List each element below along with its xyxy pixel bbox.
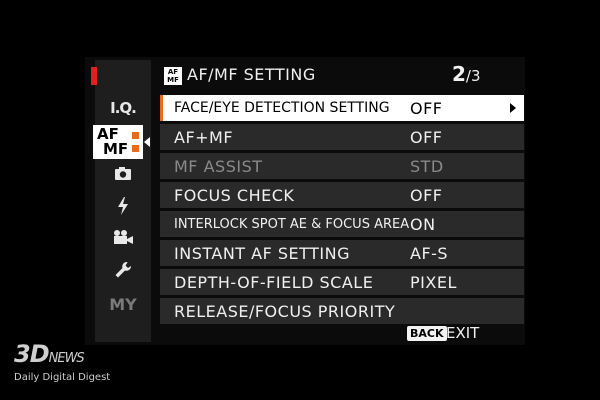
menu-item-af-mf[interactable]: AF+MF OFF	[160, 124, 524, 150]
back-button-key[interactable]: BACK	[407, 326, 447, 341]
menu-item-value: ON	[410, 215, 436, 234]
menu-item-label: RELEASE/FOCUS PRIORITY	[174, 302, 396, 321]
menu-item-interlock-spot-ae[interactable]: INTERLOCK SPOT AE & FOCUS AREA ON	[160, 211, 524, 237]
watermark-logo: 3DNEWS	[14, 342, 110, 371]
menu-item-label: MF ASSIST	[174, 157, 263, 176]
header-icon-af: AF	[167, 68, 179, 76]
menu-item-value: OFF	[410, 186, 443, 205]
tab-af-mf[interactable]: AF MF	[93, 125, 143, 159]
tab-image-quality[interactable]: I.Q.	[95, 99, 151, 117]
submenu-arrow-icon	[510, 103, 516, 113]
menu-item-focus-check[interactable]: FOCUS CHECK OFF	[160, 182, 524, 208]
menu-item-label: FACE/EYE DETECTION SETTING	[174, 100, 390, 116]
mf-indicator-icon	[132, 145, 139, 152]
menu-title: AF/MF SETTING	[187, 65, 316, 84]
menu-item-value: STD	[410, 157, 444, 176]
menu-item-label: INTERLOCK SPOT AE & FOCUS AREA	[174, 217, 410, 232]
af-indicator-icon	[132, 132, 139, 139]
menu-item-release-focus-priority[interactable]: RELEASE/FOCUS PRIORITY	[160, 298, 524, 324]
flash-icon[interactable]	[95, 197, 151, 220]
menu-item-value: PIXEL	[410, 273, 457, 292]
page-total: /3	[465, 67, 481, 85]
watermark-tagline: Daily Digital Digest	[14, 372, 111, 383]
menu-item-mf-assist: MF ASSIST STD	[160, 153, 524, 179]
selection-edge	[160, 95, 163, 121]
af-mf-tab-label-mf: MF	[103, 140, 129, 158]
wrench-icon[interactable]	[95, 261, 151, 284]
movie-camera-icon[interactable]	[95, 229, 151, 249]
logo-3d: 3D	[14, 340, 50, 368]
af-mf-header-icon: AF MF	[164, 67, 182, 85]
menu-item-label: AF+MF	[174, 128, 234, 147]
header-icon-mf: MF	[167, 76, 179, 84]
camera-icon[interactable]	[95, 166, 151, 185]
active-tab-marker	[91, 67, 97, 85]
menu-item-instant-af[interactable]: INSTANT AF SETTING AF-S	[160, 240, 524, 266]
menu-item-label: INSTANT AF SETTING	[174, 244, 350, 263]
menu-item-face-eye-detection[interactable]: FACE/EYE DETECTION SETTING OFF	[160, 95, 524, 121]
active-tab-caret-icon	[144, 137, 150, 147]
logo-news: NEWS	[48, 351, 85, 366]
menu-item-label: FOCUS CHECK	[174, 186, 295, 205]
menu-item-depth-of-field[interactable]: DEPTH-OF-FIELD SCALE PIXEL	[160, 269, 524, 295]
menu-item-value: OFF	[410, 99, 443, 118]
tab-my-menu[interactable]: MY	[95, 295, 151, 314]
page-indicator: 2/3	[452, 62, 481, 86]
menu-item-label: DEPTH-OF-FIELD SCALE	[174, 273, 374, 292]
watermark: 3DNEWS Daily Digital Digest	[14, 342, 110, 383]
menu-item-value: AF-S	[410, 244, 449, 263]
exit-label: EXIT	[446, 324, 480, 342]
menu-item-value: OFF	[410, 128, 443, 147]
page-current: 2	[452, 62, 466, 86]
